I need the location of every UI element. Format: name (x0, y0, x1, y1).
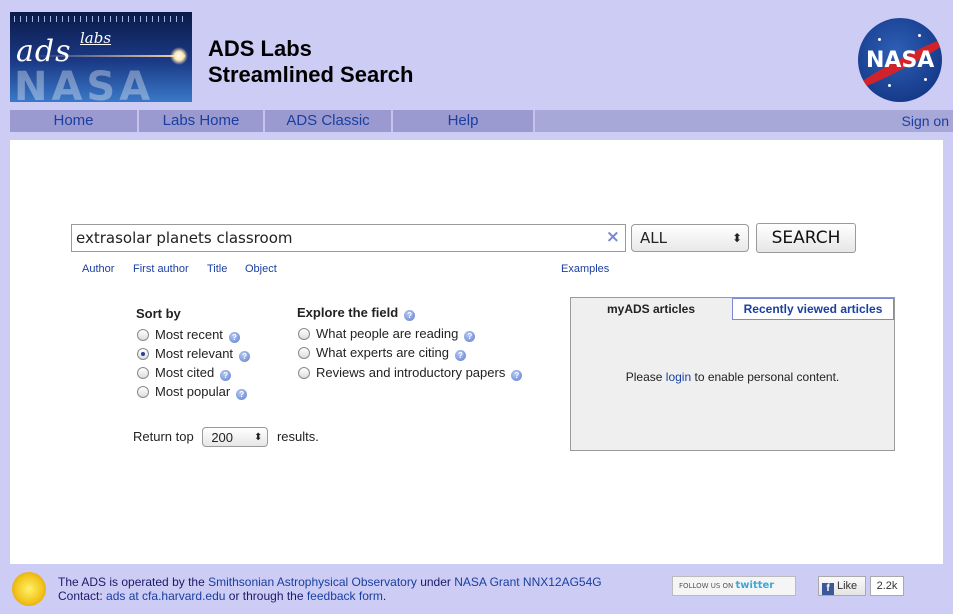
nav-home[interactable]: Home (10, 110, 137, 132)
nav-separator (533, 110, 535, 132)
facebook-like-button[interactable]: f Like (818, 576, 866, 596)
field-link-first-author[interactable]: First author (133, 263, 189, 275)
twitter-brand-text: twitter (735, 580, 775, 591)
sort-option-most-relevant[interactable]: Most relevant? (137, 346, 251, 362)
field-link-object[interactable]: Object (245, 263, 277, 275)
footer-text-segment: under (416, 575, 455, 589)
footer-line-1: The ADS is operated by the Smithsonian A… (58, 575, 602, 589)
explore-option-label: What people are reading (316, 326, 459, 341)
radio-button[interactable] (298, 367, 310, 379)
sort-option-most-recent[interactable]: Most recent? (137, 327, 240, 343)
sort-by-title: Sort by (136, 306, 181, 321)
star-icon (924, 78, 927, 81)
radio-button[interactable] (137, 329, 149, 341)
return-top-row: Return top 200 ⬍ results. (133, 427, 319, 447)
explore-field-title: Explore the field? (297, 305, 416, 321)
footer-text-segment: or through the (225, 589, 307, 603)
nav-bar: Home Labs Home ADS Classic Help Sign on (10, 110, 953, 132)
field-link-title[interactable]: Title (207, 263, 227, 275)
explore-option-reading[interactable]: What people are reading? (298, 326, 476, 342)
footer-line-2: Contact: ads at cfa.harvard.edu or throu… (58, 589, 602, 603)
sort-option-label: Most recent (155, 327, 223, 342)
radio-button[interactable] (137, 367, 149, 379)
search-input[interactable] (72, 225, 592, 251)
nasa-logo[interactable]: NASA (858, 18, 942, 102)
results-suffix: results. (276, 429, 319, 444)
sort-option-label: Most relevant (155, 346, 234, 361)
explore-option-citing[interactable]: What experts are citing? (298, 345, 466, 361)
smithsonian-link[interactable]: Smithsonian Astrophysical Observatory (208, 575, 417, 589)
tab-recently-viewed[interactable]: Recently viewed articles (732, 298, 894, 320)
select-arrows-icon: ⬍ (253, 432, 263, 443)
logo-ruler (14, 16, 188, 22)
sign-on-link[interactable]: Sign on (902, 110, 949, 132)
radio-button[interactable] (137, 386, 149, 398)
results-count-value: 200 (211, 430, 234, 445)
help-icon[interactable]: ? (511, 370, 523, 381)
footer-text: The ADS is operated by the Smithsonian A… (58, 575, 602, 603)
nasa-grant-link[interactable]: NASA Grant NNX12AG54G (454, 575, 601, 589)
logo-labs-text: labs (80, 29, 112, 47)
search-button[interactable]: SEARCH (756, 223, 856, 253)
search-scope-select[interactable]: ALL ⬍ (631, 224, 749, 252)
smithsonian-sun-icon[interactable] (7, 567, 51, 611)
help-icon[interactable]: ? (404, 310, 416, 321)
radio-button[interactable] (298, 347, 310, 359)
return-top-label: Return top (133, 429, 194, 444)
star-icon (878, 38, 881, 41)
ads-labs-logo[interactable]: ads labs NASA (10, 12, 192, 102)
title-line-1: ADS Labs (208, 36, 312, 61)
feedback-form-link[interactable]: feedback form (307, 589, 383, 603)
explore-option-reviews[interactable]: Reviews and introductory papers? (298, 365, 523, 381)
search-scope-value: ALL (640, 229, 667, 247)
explore-option-label: Reviews and introductory papers (316, 365, 506, 380)
login-message-before: Please (625, 370, 663, 384)
radio-button[interactable] (298, 328, 310, 340)
help-icon[interactable]: ? (220, 370, 232, 381)
contact-email-link[interactable]: ads at cfa.harvard.edu (106, 589, 225, 603)
twitter-follow-label: FOLLOW US ON (679, 582, 734, 590)
login-message: Please login to enable personal content. (571, 370, 894, 384)
radio-button-selected[interactable] (137, 348, 149, 360)
explore-field-label: Explore the field (297, 305, 399, 320)
help-icon[interactable]: ? (239, 351, 251, 362)
sort-option-label: Most cited (155, 365, 215, 380)
sort-option-most-popular[interactable]: Most popular? (137, 384, 248, 400)
help-icon[interactable]: ? (228, 332, 240, 343)
star-icon (918, 34, 921, 37)
clear-icon[interactable]: × (606, 227, 620, 247)
login-link[interactable]: login (666, 370, 691, 384)
facebook-like-count: 2.2k (870, 576, 904, 596)
facebook-icon: f (822, 583, 834, 595)
explore-option-label: What experts are citing (316, 345, 449, 360)
nasa-logo-text: NASA (866, 48, 935, 73)
footer-text-segment: Contact: (58, 589, 107, 603)
nav-labs-home[interactable]: Labs Home (139, 110, 263, 132)
select-arrows-icon: ⬍ (731, 231, 742, 245)
footer-text-segment: The ADS is operated by the (58, 575, 209, 589)
footer-text-segment: . (382, 589, 387, 603)
personal-panel: myADS articles Recently viewed articles … (570, 297, 895, 451)
examples-link[interactable]: Examples (561, 263, 609, 275)
help-icon[interactable]: ? (236, 389, 248, 400)
logo-flare (170, 47, 188, 65)
results-count-select[interactable]: 200 ⬍ (202, 427, 269, 447)
star-icon (888, 84, 891, 87)
facebook-like-label: Like (837, 580, 858, 592)
logo-nasa-watermark: NASA (14, 64, 155, 102)
page-title: ADS Labs Streamlined Search (208, 36, 413, 88)
nav-help[interactable]: Help (393, 110, 533, 132)
sort-option-most-cited[interactable]: Most cited? (137, 365, 232, 381)
tab-myads-articles[interactable]: myADS articles (571, 298, 731, 322)
title-line-2: Streamlined Search (208, 62, 414, 87)
help-icon[interactable]: ? (454, 350, 466, 361)
login-message-after: to enable personal content. (694, 370, 840, 384)
twitter-follow-button[interactable]: FOLLOW US ON twitter (672, 576, 796, 596)
help-icon[interactable]: ? (464, 331, 476, 342)
sort-option-label: Most popular (155, 384, 231, 399)
field-link-author[interactable]: Author (82, 263, 114, 275)
nav-ads-classic[interactable]: ADS Classic (265, 110, 391, 132)
search-box: × (71, 224, 626, 252)
